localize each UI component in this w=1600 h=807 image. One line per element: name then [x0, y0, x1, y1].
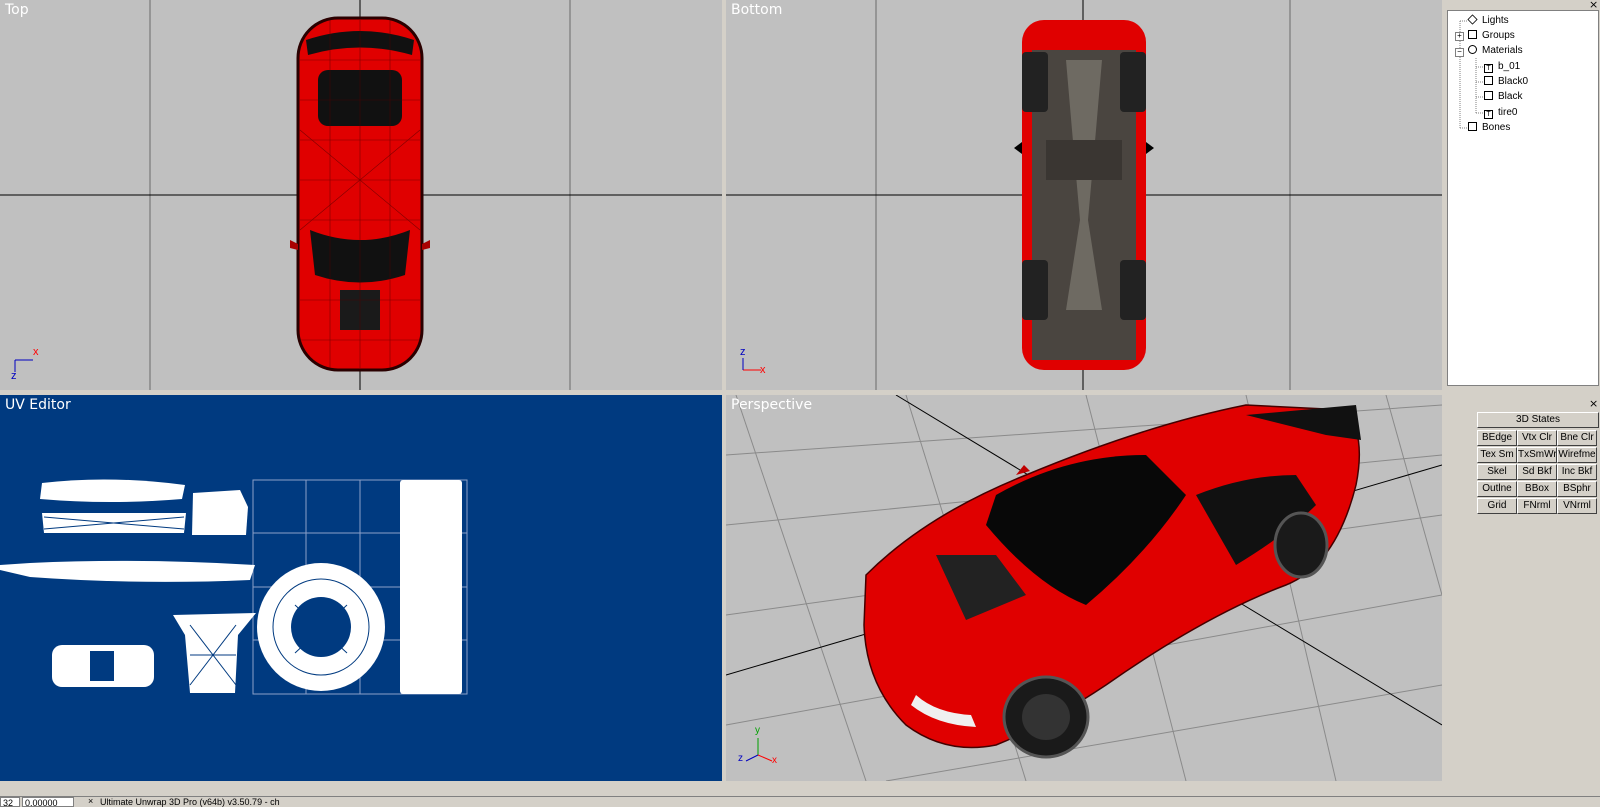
- viewport-label-top: Top: [5, 2, 29, 18]
- perspective-viewport-canvas: [726, 395, 1442, 781]
- tree-item-bones[interactable]: Bones: [1468, 121, 1510, 135]
- state-button-bbox[interactable]: BBox: [1517, 481, 1557, 497]
- car-perspective-view: [863, 404, 1361, 759]
- viewport-label-bottom: Bottom: [731, 2, 783, 18]
- uv-editor-canvas: [0, 479, 468, 695]
- tree-item-tire0[interactable]: Ttire0: [1484, 106, 1517, 120]
- viewport-label-perspective: Perspective: [731, 397, 813, 413]
- bottom-viewport[interactable]: Bottom z x: [726, 0, 1442, 390]
- materials-icon: [1468, 45, 1477, 54]
- state-button-bedge[interactable]: BEdge: [1477, 430, 1517, 446]
- state-button-bne-clr[interactable]: Bne Clr: [1557, 430, 1597, 446]
- axis-label-z: z: [740, 346, 746, 358]
- groups-expander[interactable]: +: [1455, 32, 1464, 41]
- close-icon[interactable]: ×: [88, 796, 93, 806]
- status-bar: 32 0.00000 Ultimate Unwrap 3D Pro (v64b)…: [0, 796, 1600, 807]
- scene-tree-panel[interactable]: + − Lights Groups Materials Tb_01 Black0…: [1447, 10, 1599, 386]
- top-viewport-canvas: [0, 0, 722, 390]
- tree-item-b01[interactable]: Tb_01: [1484, 60, 1520, 74]
- state-button-vnrml[interactable]: VNrml: [1557, 498, 1597, 514]
- uv-editor-viewport[interactable]: UV Editor: [0, 395, 722, 781]
- groups-icon: [1468, 30, 1477, 39]
- axis-label-x: x: [760, 364, 766, 376]
- materials-expander[interactable]: −: [1455, 48, 1464, 57]
- top-viewport[interactable]: Top x z: [0, 0, 722, 390]
- tree-item-black0[interactable]: Black0: [1484, 75, 1528, 89]
- material-icon: [1484, 76, 1493, 85]
- bones-icon: [1468, 122, 1477, 131]
- material-icon: [1484, 91, 1493, 100]
- car-top-view: [290, 16, 430, 372]
- tree-item-materials[interactable]: Materials: [1468, 44, 1523, 58]
- state-button-sd-bkf[interactable]: Sd Bkf: [1517, 464, 1557, 480]
- state-button-tex-sm[interactable]: Tex Sm: [1477, 447, 1517, 463]
- state-button-txsmwr[interactable]: TxSmWr: [1517, 447, 1557, 463]
- state-button-grid[interactable]: Grid: [1477, 498, 1517, 514]
- tree-item-black[interactable]: Black: [1484, 90, 1522, 104]
- tree-item-groups[interactable]: Groups: [1468, 29, 1515, 43]
- state-button-fnrml[interactable]: FNrml: [1517, 498, 1557, 514]
- car-bottom-view: [1014, 20, 1154, 370]
- axis-label-x: x: [33, 346, 39, 358]
- perspective-viewport[interactable]: Perspective y z x: [726, 395, 1442, 781]
- axis-label-y: y: [755, 725, 760, 736]
- tree-item-lights[interactable]: Lights: [1467, 14, 1509, 28]
- bottom-viewport-canvas: [726, 0, 1442, 390]
- state-button-wirefme[interactable]: Wirefme: [1557, 447, 1597, 463]
- state-button-outlne[interactable]: Outlne: [1477, 481, 1517, 497]
- viewport-label-uv-editor: UV Editor: [5, 397, 71, 413]
- state-button-skel[interactable]: Skel: [1477, 464, 1517, 480]
- light-icon: [1467, 14, 1478, 25]
- close-icon[interactable]: ×: [1589, 0, 1598, 10]
- axis-label-x: x: [772, 755, 777, 766]
- state-button-inc-bkf[interactable]: Inc Bkf: [1557, 464, 1597, 480]
- texture-icon: T: [1484, 110, 1493, 119]
- axis-label-z: z: [738, 753, 743, 764]
- state-button-vtx-clr[interactable]: Vtx Clr: [1517, 430, 1557, 446]
- state-button-bsphr[interactable]: BSphr: [1557, 481, 1597, 497]
- texture-icon: T: [1484, 64, 1493, 73]
- close-icon[interactable]: ×: [1589, 398, 1598, 409]
- 3d-states-button[interactable]: 3D States: [1477, 412, 1599, 428]
- axis-label-z: z: [11, 370, 17, 382]
